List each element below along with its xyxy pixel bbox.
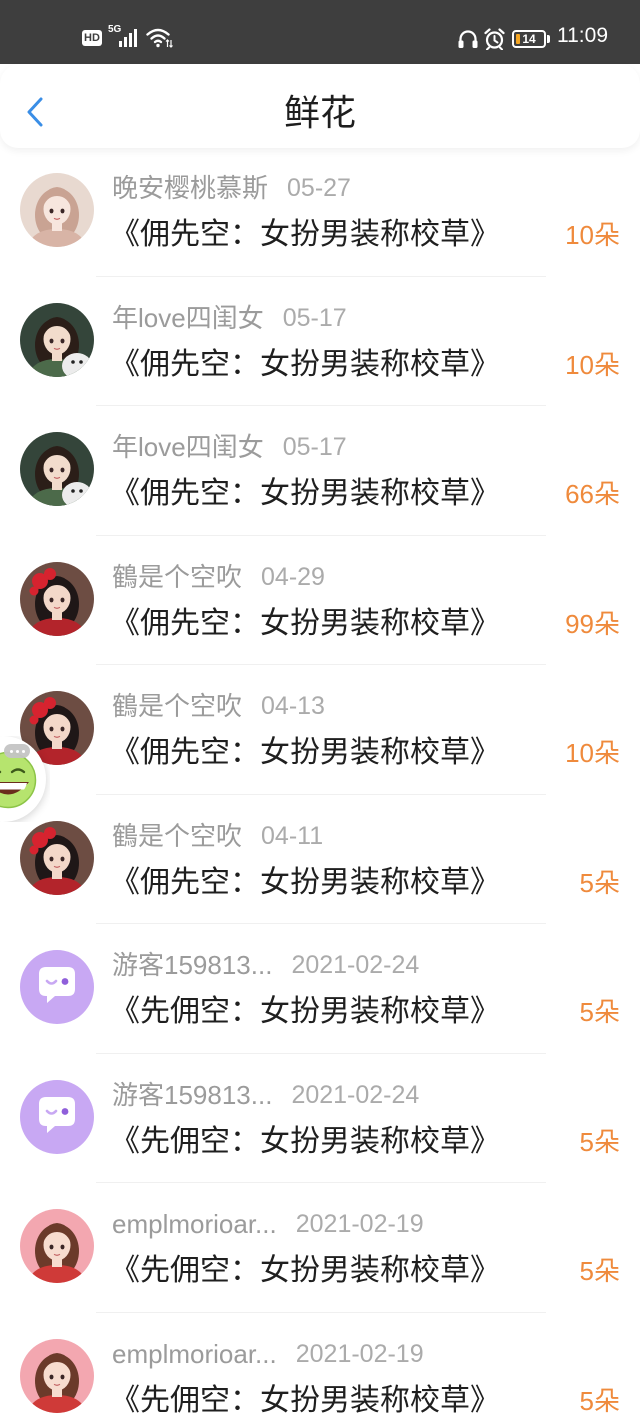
- gift-date: 04-11: [261, 821, 324, 850]
- book-title[interactable]: 《先佣空：女扮男装称校草》: [110, 993, 500, 1031]
- record-meta: 鶴是个空吹 04-13: [112, 690, 325, 722]
- portrait-photo-icon: [20, 820, 94, 895]
- user-avatar[interactable]: [20, 1338, 94, 1413]
- battery-level: 14: [522, 32, 536, 46]
- gift-record-row[interactable]: emplmorioar... 2021-02-19 《先佣空：女扮男装称校草》 …: [0, 1313, 640, 1422]
- gift-date: 2021-02-24: [291, 1080, 420, 1109]
- flower-count: 66朵: [565, 479, 620, 509]
- book-title[interactable]: 《佣先空：女扮男装称校草》: [110, 605, 500, 643]
- user-name[interactable]: 年love四闺女: [112, 431, 264, 463]
- user-name[interactable]: 游客159813...: [112, 1079, 272, 1111]
- portrait-photo-icon: [20, 432, 94, 506]
- gift-date: 05-27: [287, 174, 351, 202]
- battery-tip: [547, 35, 550, 43]
- gift-date: 2021-02-24: [291, 951, 420, 979]
- flower-count: 5朵: [579, 867, 620, 898]
- clock: 11:09: [557, 24, 608, 47]
- page-title: 鲜花: [283, 92, 356, 133]
- record-meta: 年love四闺女 05-17: [112, 431, 347, 463]
- record-meta: 年love四闺女 05-17: [112, 302, 347, 334]
- laughing-emoji-icon: [0, 751, 37, 809]
- book-title[interactable]: 《先佣空：女扮男装称校草》: [110, 1252, 500, 1290]
- floating-emoji-button[interactable]: [0, 736, 50, 822]
- portrait-photo-icon: [20, 1338, 94, 1413]
- flower-count: 99朵: [565, 608, 620, 639]
- gift-record-row[interactable]: 年love四闺女 05-17 《佣先空：女扮男装称校草》 10朵: [0, 277, 640, 406]
- flower-count: 10朵: [565, 738, 620, 768]
- portrait-photo-icon: [20, 561, 94, 636]
- user-avatar[interactable]: [20, 950, 94, 1024]
- user-avatar[interactable]: [20, 1209, 94, 1283]
- user-avatar[interactable]: [20, 820, 94, 895]
- user-name[interactable]: 鶴是个空吹: [112, 820, 242, 852]
- record-meta: 鶴是个空吹 04-29: [112, 561, 325, 593]
- book-title[interactable]: 《佣先空：女扮男装称校草》: [110, 734, 500, 772]
- gift-date: 2021-02-19: [295, 1210, 424, 1238]
- flower-count: 5朵: [579, 997, 620, 1027]
- gift-record-row[interactable]: 年love四闺女 05-17 《佣先空：女扮男装称校草》 66朵: [0, 406, 640, 536]
- user-name[interactable]: emplmorioar...: [112, 1208, 277, 1240]
- user-name[interactable]: 游客159813...: [112, 949, 272, 981]
- record-meta: 晚安樱桃慕斯 05-27: [112, 172, 351, 204]
- user-name[interactable]: emplmorioar...: [112, 1338, 277, 1370]
- book-title[interactable]: 《佣先空：女扮男装称校草》: [110, 864, 500, 902]
- user-name[interactable]: 鶴是个空吹: [112, 690, 242, 722]
- gift-record-row[interactable]: 游客159813... 2021-02-24 《先佣空：女扮男装称校草》 5朵: [0, 924, 640, 1054]
- record-meta: emplmorioar... 2021-02-19: [112, 1208, 424, 1240]
- user-name[interactable]: 晚安樱桃慕斯: [112, 172, 268, 204]
- nav-header: 鲜花: [0, 64, 640, 148]
- book-title[interactable]: 《先佣空：女扮男装称校草》: [110, 1123, 500, 1161]
- user-avatar[interactable]: [20, 302, 94, 377]
- gift-date: 2021-02-19: [295, 1339, 424, 1368]
- book-title[interactable]: 《佣先空：女扮男装称校草》: [110, 475, 500, 513]
- record-meta: 游客159813... 2021-02-24: [112, 949, 419, 981]
- gift-record-row[interactable]: 鶴是个空吹 04-29 《佣先空：女扮男装称校草》 99朵: [0, 536, 640, 665]
- gift-date: 04-13: [261, 692, 325, 720]
- portrait-photo-icon: [20, 1209, 94, 1283]
- hd-badge: HD: [82, 30, 102, 46]
- user-name[interactable]: 年love四闺女: [112, 302, 264, 334]
- record-meta: 鶴是个空吹 04-11: [112, 820, 323, 852]
- guest-chat-bubble-icon: [20, 950, 94, 1024]
- alarm-icon: [484, 28, 505, 50]
- flower-count: 10朵: [565, 349, 620, 380]
- user-name[interactable]: 鶴是个空吹: [112, 561, 242, 593]
- gift-record-row[interactable]: 鶴是个空吹 04-11 《佣先空：女扮男装称校草》 5朵: [0, 795, 640, 924]
- flower-count: 10朵: [565, 220, 620, 250]
- gift-record-row[interactable]: 晚安樱桃慕斯 05-27 《佣先空：女扮男装称校草》 10朵: [0, 147, 640, 277]
- flower-gift-list: 晚安樱桃慕斯 05-27 《佣先空：女扮男装称校草》 10朵 年love四闺女 …: [0, 147, 640, 1422]
- flower-count: 5朵: [579, 1256, 620, 1286]
- book-title[interactable]: 《佣先空：女扮男装称校草》: [110, 216, 500, 254]
- gift-record-row[interactable]: 游客159813... 2021-02-24 《先佣空：女扮男装称校草》 5朵: [0, 1054, 640, 1183]
- flower-count: 5朵: [579, 1385, 620, 1416]
- portrait-photo-icon: [20, 173, 94, 247]
- more-dots-icon: [4, 744, 30, 758]
- gift-date: 05-17: [282, 433, 347, 461]
- gift-record-row[interactable]: emplmorioar... 2021-02-19 《先佣空：女扮男装称校草》 …: [0, 1183, 640, 1313]
- flowers-screen: HD 5G 14 11:09 鲜花 晚安樱桃慕斯 05-27 《佣先空：女扮男装…: [0, 0, 640, 1422]
- gift-date: 05-17: [282, 303, 347, 332]
- user-avatar[interactable]: [20, 432, 94, 506]
- signal-icon: [119, 29, 137, 47]
- book-title[interactable]: 《先佣空：女扮男装称校草》: [110, 1382, 500, 1420]
- user-avatar[interactable]: [20, 1079, 94, 1154]
- gift-record-row[interactable]: 鶴是个空吹 04-13 《佣先空：女扮男装称校草》 10朵: [0, 665, 640, 795]
- wifi-icon: [146, 28, 173, 48]
- flower-count: 5朵: [579, 1126, 620, 1157]
- headphones-icon: [458, 30, 478, 48]
- user-avatar[interactable]: [20, 561, 94, 636]
- book-title[interactable]: 《佣先空：女扮男装称校草》: [110, 346, 500, 384]
- user-avatar[interactable]: [20, 173, 94, 247]
- status-bar: HD 5G 14 11:09: [0, 0, 640, 64]
- battery-icon: 14: [512, 30, 546, 48]
- record-meta: 游客159813... 2021-02-24: [112, 1079, 419, 1111]
- record-meta: emplmorioar... 2021-02-19: [112, 1338, 424, 1370]
- guest-chat-bubble-icon: [20, 1079, 94, 1154]
- portrait-photo-icon: [20, 302, 94, 377]
- gift-date: 04-29: [261, 562, 325, 591]
